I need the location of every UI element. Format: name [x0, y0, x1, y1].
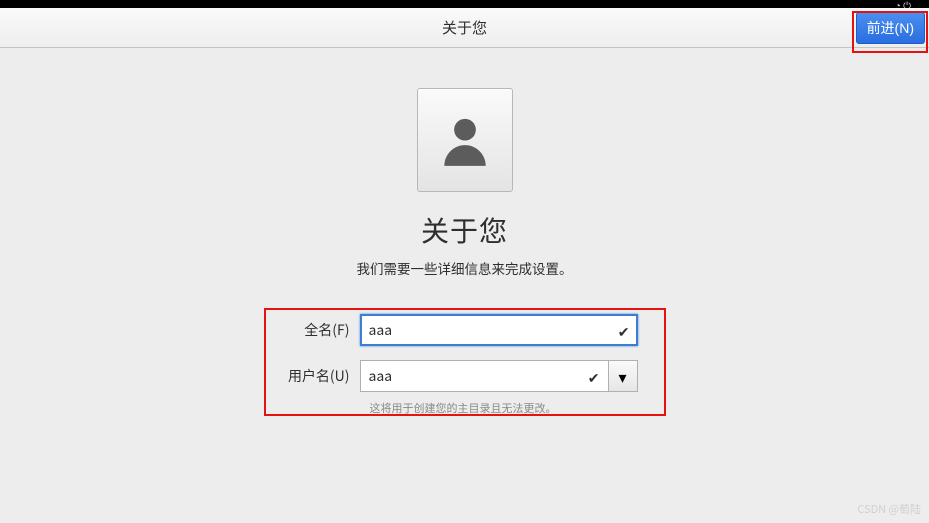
chevron-down-icon: ▾: [618, 364, 626, 388]
header-title: 关于您: [442, 17, 487, 38]
person-icon: [434, 109, 496, 171]
watermark: CSDN @萄陆: [857, 501, 921, 517]
username-dropdown-button[interactable]: ▾: [608, 360, 638, 392]
form-area: 全名(F) ✔ 用户名(U) ▾ ✔ 这将用于创建您的主目录且无法更改。: [268, 314, 662, 416]
full-name-label: 全名(F): [268, 320, 360, 340]
top-black-bar: ◔ ⏻: [0, 0, 929, 8]
header-bar: 关于您 前进(N): [0, 8, 929, 48]
page-title: 关于您: [421, 210, 508, 250]
username-input[interactable]: [360, 360, 608, 392]
forward-button[interactable]: 前进(N): [856, 12, 925, 44]
avatar-placeholder[interactable]: [417, 88, 513, 192]
row-full-name: 全名(F) ✔: [268, 314, 662, 346]
full-name-input[interactable]: [360, 314, 638, 346]
username-hint: 这将用于创建您的主目录且无法更改。: [370, 400, 662, 416]
username-label: 用户名(U): [268, 366, 360, 386]
row-username: 用户名(U) ▾ ✔: [268, 360, 662, 392]
full-name-field-wrap: ✔: [360, 314, 638, 346]
main-content: 关于您 我们需要一些详细信息来完成设置。 全名(F) ✔ 用户名(U) ▾ ✔ …: [0, 48, 929, 416]
page-subtitle: 我们需要一些详细信息来完成设置。: [357, 258, 573, 278]
username-field-wrap: ▾ ✔: [360, 360, 638, 392]
